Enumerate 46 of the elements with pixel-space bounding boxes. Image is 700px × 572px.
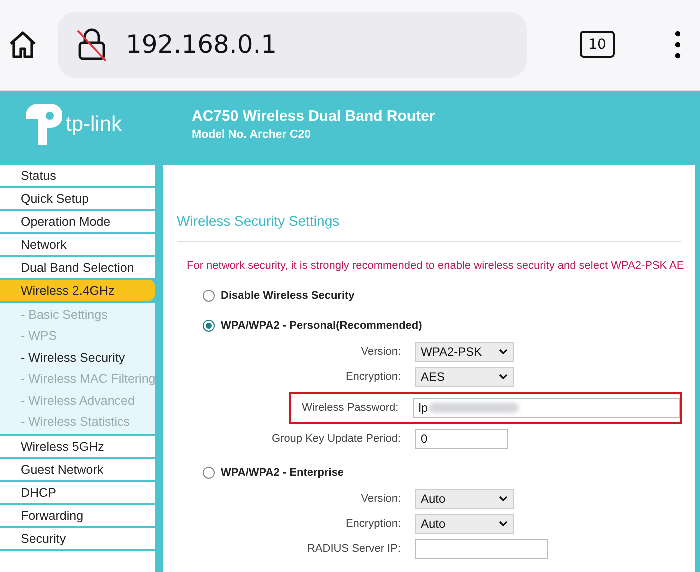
menu-item[interactable]: Operation Mode	[0, 211, 155, 232]
field-label: Encryption:	[344, 518, 401, 530]
dropdown[interactable]: WPA2-PSK	[415, 342, 514, 362]
caret-icon	[499, 374, 508, 380]
option-label: WPA/WPA2 - Enterprise	[221, 467, 344, 479]
home-icon[interactable]	[8, 30, 38, 60]
menu-item[interactable]: Guest Network	[0, 459, 155, 480]
tab-count[interactable]: 10	[580, 31, 615, 58]
caret-icon	[499, 496, 508, 502]
field-label: Version:	[360, 346, 401, 358]
router-title: AC750 Wireless Dual Band Router	[192, 108, 436, 126]
field-label: RADIUS Server IP:	[306, 543, 401, 555]
menu-icon[interactable]	[675, 30, 681, 59]
model-number: Model No. Archer C20	[192, 129, 312, 142]
input-field[interactable]: 0	[415, 429, 508, 449]
url-text: 192.168.0.1	[126, 30, 278, 60]
submenu-item[interactable]: - Wireless Security	[0, 347, 155, 368]
menu-item[interactable]: Wireless 2.4GHz	[0, 280, 155, 301]
menu-item[interactable]: Security	[0, 528, 155, 549]
menu-item[interactable]: Wireless 5GHz	[0, 436, 155, 457]
password-field[interactable]: lp	[412, 398, 680, 418]
option-label: WPA/WPA2 - Personal(Recommended)	[221, 320, 422, 332]
menu-item[interactable]: Forwarding	[0, 505, 155, 526]
field-label: Wireless Password:	[301, 402, 399, 414]
radio-button[interactable]	[203, 320, 215, 332]
field-label: Version:	[360, 493, 401, 505]
menu-item[interactable]: Network	[0, 234, 155, 255]
caret-icon	[499, 521, 508, 527]
option-label: Disable Wireless Security	[221, 290, 355, 302]
field-label: Group Key Update Period:	[270, 433, 401, 445]
input-field[interactable]	[415, 539, 548, 559]
logo-text: tp-link	[66, 112, 122, 137]
menu-item[interactable]: Status	[0, 165, 155, 186]
address-bar[interactable]: 192.168.0.1	[58, 12, 527, 78]
menu-item[interactable]: DHCP	[0, 482, 155, 503]
lock-icon	[76, 26, 108, 63]
dropdown[interactable]: Auto	[415, 514, 514, 534]
field-label: Encryption:	[344, 371, 401, 383]
radio-button[interactable]	[203, 290, 215, 302]
radio-button[interactable]	[203, 467, 215, 479]
section-title: Wireless Security Settings	[177, 165, 681, 242]
dropdown[interactable]: AES	[415, 367, 514, 387]
menu-item[interactable]: Quick Setup	[0, 188, 155, 209]
caret-icon	[499, 349, 508, 355]
menu-item[interactable]: Dual Band Selection	[0, 257, 155, 278]
dropdown[interactable]: Auto	[415, 489, 514, 509]
